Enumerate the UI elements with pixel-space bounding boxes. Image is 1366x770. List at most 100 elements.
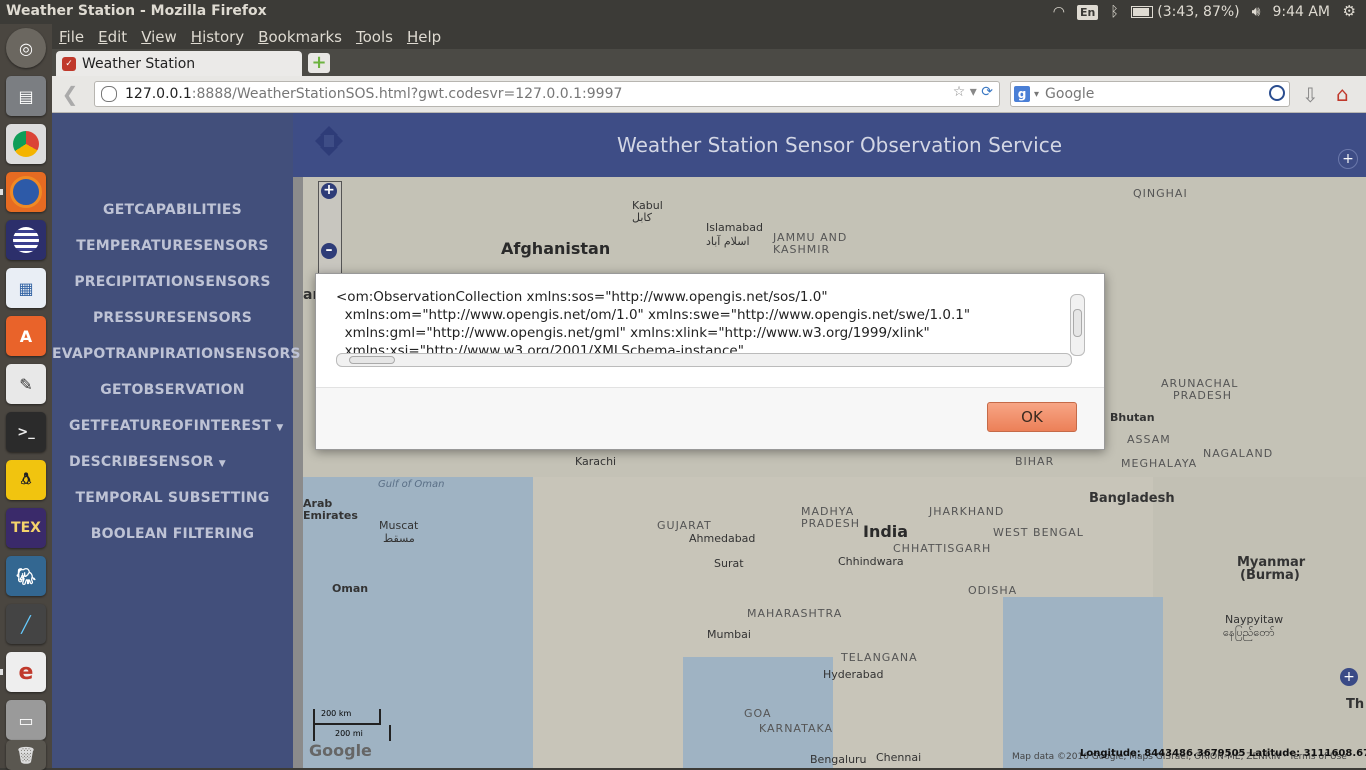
menu-tools[interactable]: Tools	[349, 28, 400, 46]
chevron-down-icon[interactable]: ▾	[970, 84, 977, 100]
back-button[interactable]: ❮	[58, 82, 82, 106]
sidebar-item-getobservation[interactable]: GETOBSERVATION	[52, 382, 293, 398]
menu-bookmarks[interactable]: Bookmarks	[251, 28, 349, 46]
files-icon[interactable]: ▤	[6, 76, 46, 116]
battery-indicator[interactable]: (3:43, 87%)	[1130, 4, 1240, 20]
url-bar[interactable]: 127.0.0.1:8888/WeatherStationSOS.html?gw…	[94, 81, 1000, 107]
bluetooth-icon[interactable]: ᛒ	[1110, 4, 1118, 20]
trash-icon[interactable]: 🗑︎	[6, 740, 46, 770]
top-panel: Weather Station - Mozilla Firefox ◠ En ᛒ…	[0, 0, 1366, 24]
mouse-coordinates: Longitude: 8443486.3679505 Latitude: 311…	[1080, 748, 1366, 759]
map-label-bangladesh: Bangladesh	[1089, 491, 1175, 506]
tab-weather-station[interactable]: ✓ Weather Station	[56, 51, 302, 76]
chrome-icon[interactable]	[6, 124, 46, 164]
texmaker-icon[interactable]: TEX	[6, 508, 46, 548]
pan-control[interactable]	[310, 123, 348, 173]
software-center-icon[interactable]: A	[6, 316, 46, 356]
ok-button[interactable]: OK	[987, 402, 1077, 432]
volume-icon[interactable]: 🔊︎	[1252, 4, 1261, 20]
search-placeholder: Google	[1045, 86, 1095, 102]
sidebar-item-temperaturesensors[interactable]: TEMPERATURESENSORS	[52, 238, 293, 254]
sidebar-item-getcapabilities[interactable]: GETCAPABILITIES	[52, 202, 293, 218]
scale-km: 200 km	[313, 709, 381, 725]
zoom-bar[interactable]: + –	[318, 181, 342, 275]
sidebar-item-label: GETFEATUREOFINTEREST	[69, 418, 272, 434]
text-editor-icon[interactable]: ✎	[6, 364, 46, 404]
map[interactable]: QINGHAI Kabul کابل Afghanistan Islamabad…	[303, 177, 1366, 768]
map-label-kashmir: KASHMIR	[773, 243, 831, 256]
map-label-naypyitaw: Naypyitaw	[1225, 613, 1284, 626]
map-label-bhutan: Bhutan	[1110, 411, 1155, 424]
map-label-naypyitaw-native: နေပြည်တော်	[1223, 626, 1275, 639]
tux-icon[interactable]: 🐧︎	[6, 460, 46, 500]
map-label-jharkhand: JHARKHAND	[929, 505, 1005, 518]
sidebar-item-precipitationsensors[interactable]: PRECIPITATIONSENSORS	[52, 274, 293, 290]
battery-icon	[1130, 6, 1153, 18]
overview-map-plus-icon[interactable]: +	[1340, 668, 1358, 686]
sidebar-item-pressuresensors[interactable]: PRESSURESENSORS	[52, 310, 293, 326]
map-label-th: Th	[1346, 697, 1365, 712]
map-label-odisha: ODISHA	[968, 584, 1018, 597]
chevron-down-icon[interactable]: ▾	[1034, 89, 1039, 100]
clock[interactable]: 9:44 AM	[1272, 4, 1330, 20]
search-icon[interactable]	[1269, 85, 1285, 101]
pgadmin-icon[interactable]: 🐘︎	[6, 556, 46, 596]
map-label-karachi: Karachi	[575, 455, 617, 468]
sidebar-item-temporal-subsetting[interactable]: TEMPORAL SUBSETTING	[52, 490, 293, 506]
search-bar[interactable]: g ▾ Google	[1010, 81, 1290, 107]
indicator-area: ◠ En ᛒ (3:43, 87%) 🔊︎ 9:44 AM	[1053, 0, 1366, 24]
globe-icon	[101, 86, 117, 102]
tab-label: Weather Station	[82, 55, 196, 72]
zoom-out-icon[interactable]: –	[321, 243, 337, 259]
url-tools: ☆ ▾ ⟳	[953, 84, 993, 100]
menu-view[interactable]: View	[134, 28, 184, 46]
map-label-bihar: BIHAR	[1015, 455, 1055, 468]
battery-text: (3:43, 87%)	[1157, 4, 1240, 20]
bookmark-star-icon[interactable]: ☆	[953, 84, 966, 100]
running-indicator	[0, 189, 3, 195]
map-label-chhindwara: Chhindwara	[838, 555, 904, 568]
scroll-thumb[interactable]	[349, 356, 395, 364]
layer-switcher-plus-icon[interactable]: +	[1338, 149, 1358, 169]
firefox-icon[interactable]	[6, 172, 46, 212]
map-label-burma: (Burma)	[1240, 568, 1300, 583]
terminal-icon[interactable]: >_	[6, 412, 46, 452]
zoom-in-icon[interactable]: +	[321, 183, 337, 199]
google-engine-icon[interactable]: g	[1014, 86, 1030, 102]
scroll-thumb[interactable]	[1073, 309, 1082, 337]
menu-help[interactable]: Help	[400, 28, 448, 46]
sidebar-item-getfeatureofinterest[interactable]: GETFEATUREOFINTEREST ▼	[52, 418, 293, 434]
document-viewer-icon[interactable]: ▦	[6, 268, 46, 308]
download-icon[interactable]: ⇩	[1302, 83, 1319, 107]
new-tab-button[interactable]: +	[308, 53, 330, 73]
eclipse-icon[interactable]	[6, 220, 46, 260]
sidebar-item-describesensor[interactable]: DESCRIBESENSOR ▼	[52, 454, 293, 470]
horizontal-scrollbar[interactable]	[336, 353, 1072, 367]
wifi-icon[interactable]: ◠	[1053, 4, 1065, 20]
map-label-chennai: Chennai	[876, 751, 922, 764]
home-icon[interactable]: ⌂	[1336, 82, 1349, 106]
map-label-bengaluru: Bengaluru	[810, 753, 867, 766]
reload-icon[interactable]: ⟳	[981, 84, 993, 100]
dash-home-icon[interactable]: ◎	[6, 28, 46, 68]
pan-down-icon[interactable]	[320, 147, 338, 165]
menu-history[interactable]: History	[184, 28, 251, 46]
map-label-gujarat: GUJARAT	[657, 519, 712, 532]
sidebar-item-boolean-filtering[interactable]: BOOLEAN FILTERING	[52, 526, 293, 542]
color-picker-icon[interactable]: ╱	[6, 604, 46, 644]
vertical-scrollbar[interactable]	[1070, 294, 1085, 356]
map-label-mumbai: Mumbai	[707, 628, 751, 641]
menu-edit[interactable]: Edit	[91, 28, 134, 46]
emacs-icon[interactable]: e	[6, 652, 46, 692]
map-label-gulf-of-oman: Gulf of Oman	[378, 479, 445, 490]
sidebar-item-evapotranpirationsensors[interactable]: EVAPOTRANPIRATIONSENSORS	[52, 346, 301, 362]
disk-icon[interactable]: ▭	[6, 700, 46, 740]
map-label-islamabad: Islamabad	[706, 221, 763, 234]
map-label-telangana: TELANGANA	[841, 651, 918, 664]
menu-file[interactable]: File	[52, 28, 91, 46]
gear-icon[interactable]: ⚙	[1343, 2, 1356, 20]
keyboard-layout-indicator[interactable]: En	[1077, 4, 1099, 20]
menubar: File Edit View History Bookmarks Tools H…	[52, 24, 1366, 49]
url-host: 127.0.0.1	[125, 86, 192, 102]
launcher: ◎ ▤ ▦ A ✎ >_ 🐧︎ TEX 🐘︎ ╱ e ▭ 🗑︎	[0, 24, 52, 770]
